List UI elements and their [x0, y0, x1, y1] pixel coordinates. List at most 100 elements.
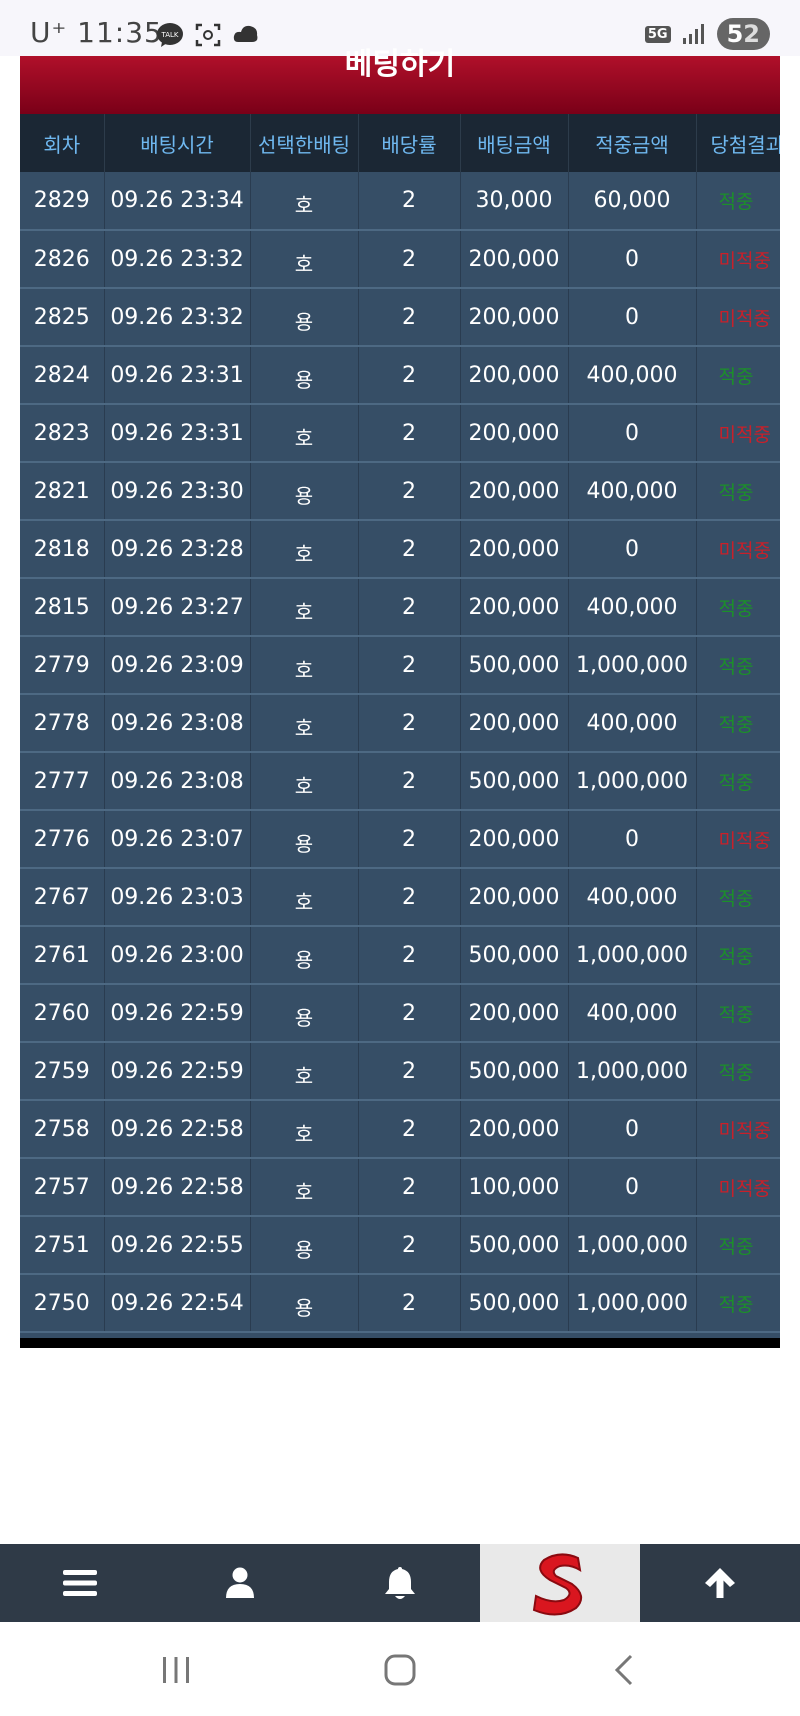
cell-odds: 2: [358, 1274, 461, 1333]
cell-odds: 2: [358, 346, 461, 405]
table-row: 2758 09.26 22:58 호 2 200,000 0 미적중: [20, 1100, 780, 1159]
cell-odds: 2: [358, 1158, 461, 1217]
cell-round: 2821: [20, 462, 105, 521]
bell-icon: [385, 1567, 415, 1599]
battery-digit-2: 2: [743, 20, 760, 48]
cell-odds: 2: [358, 1042, 461, 1101]
cell-odds: 2: [358, 578, 461, 637]
table-row: 2826 09.26 23:32 호 2 200,000 0 미적중: [20, 230, 780, 289]
cell-bet-amount: 200,000: [460, 230, 569, 289]
cell-selected-bet: 호: [250, 752, 359, 811]
network-5g-icon: 5G: [644, 25, 671, 43]
cell-bet-amount: 500,000: [460, 1216, 569, 1275]
home-logo-button[interactable]: [480, 1544, 640, 1622]
cell-selected-bet: 호: [250, 694, 359, 753]
cell-bet-amount: 200,000: [460, 1100, 569, 1159]
col-header-selected-bet: 선택한배팅: [250, 114, 359, 172]
table-row: 2824 09.26 23:31 용 2 200,000 400,000 적중: [20, 346, 780, 405]
cell-bet-amount: 200,000: [460, 346, 569, 405]
cell-odds: 2: [358, 172, 461, 231]
table-bottom-border: [20, 1338, 780, 1348]
cell-round: 2815: [20, 578, 105, 637]
profile-button[interactable]: [160, 1544, 320, 1622]
cell-result: 적중: [696, 694, 780, 753]
table-row: 2751 09.26 22:55 용 2 500,000 1,000,000 적중: [20, 1216, 780, 1275]
cell-result: 미적중: [696, 1100, 780, 1159]
cell-selected-bet: 용: [250, 984, 359, 1043]
col-header-result: 당첨결과: [696, 114, 780, 172]
home-button[interactable]: [380, 1650, 420, 1690]
signal-icon: [682, 24, 704, 44]
cell-bet-amount: 500,000: [460, 1274, 569, 1333]
cell-bet-amount: 200,000: [460, 984, 569, 1043]
scroll-top-button[interactable]: [640, 1544, 800, 1622]
cell-result: 미적중: [696, 520, 780, 579]
cell-bet-amount: 200,000: [460, 288, 569, 347]
table-row: 2821 09.26 23:30 용 2 200,000 400,000 적중: [20, 462, 780, 521]
cell-round: 2757: [20, 1158, 105, 1217]
cell-selected-bet: 호: [250, 172, 359, 231]
back-button[interactable]: [604, 1650, 644, 1690]
col-header-bet-time: 배팅시간: [104, 114, 251, 172]
col-header-win-amount: 적중금액: [568, 114, 697, 172]
cell-bet-time: 09.26 22:54: [104, 1274, 251, 1333]
logo-icon: [532, 1553, 583, 1616]
cell-bet-time: 09.26 23:30: [104, 462, 251, 521]
table-row: 2829 09.26 23:34 호 2 30,000 60,000 적중: [20, 172, 780, 231]
cell-bet-time: 09.26 23:09: [104, 636, 251, 695]
cell-bet-time: 09.26 22:58: [104, 1158, 251, 1217]
cell-selected-bet: 호: [250, 636, 359, 695]
recent-apps-button[interactable]: [156, 1650, 196, 1690]
cell-selected-bet: 용: [250, 288, 359, 347]
cell-win-amount: 400,000: [568, 868, 697, 927]
status-time: U⁺ 11:35: [30, 16, 163, 49]
cell-bet-amount: 100,000: [460, 1158, 569, 1217]
cell-bet-amount: 200,000: [460, 462, 569, 521]
cell-win-amount: 400,000: [568, 578, 697, 637]
cell-win-amount: 1,000,000: [568, 1042, 697, 1101]
cell-result: 적중: [696, 346, 780, 405]
cell-bet-amount: 200,000: [460, 404, 569, 463]
cell-bet-amount: 500,000: [460, 926, 569, 985]
cell-win-amount: 0: [568, 810, 697, 869]
cell-round: 2760: [20, 984, 105, 1043]
cell-win-amount: 400,000: [568, 346, 697, 405]
cell-selected-bet: 호: [250, 230, 359, 289]
cell-bet-time: 09.26 23:34: [104, 172, 251, 231]
cell-round: 2759: [20, 1042, 105, 1101]
cell-bet-amount: 500,000: [460, 1042, 569, 1101]
cell-selected-bet: 호: [250, 1100, 359, 1159]
col-header-round: 회차: [20, 114, 105, 172]
cell-result: 적중: [696, 1274, 780, 1333]
home-icon: [384, 1654, 416, 1686]
svg-text:TALK: TALK: [160, 31, 178, 39]
cell-round: 2823: [20, 404, 105, 463]
cell-selected-bet: 호: [250, 578, 359, 637]
cell-bet-amount: 200,000: [460, 868, 569, 927]
cell-win-amount: 1,000,000: [568, 636, 697, 695]
cell-selected-bet: 호: [250, 868, 359, 927]
cell-win-amount: 1,000,000: [568, 1216, 697, 1275]
cell-round: 2779: [20, 636, 105, 695]
recent-apps-icon: [163, 1657, 189, 1683]
cell-round: 2777: [20, 752, 105, 811]
cell-selected-bet: 호: [250, 404, 359, 463]
cell-win-amount: 0: [568, 404, 697, 463]
cell-odds: 2: [358, 926, 461, 985]
cell-odds: 2: [358, 636, 461, 695]
panel-title-bar: 베팅하기: [20, 50, 780, 114]
col-header-bet-amount: 배팅금액: [460, 114, 569, 172]
cell-odds: 2: [358, 1100, 461, 1159]
system-nav-bar: [0, 1622, 800, 1716]
cell-win-amount: 1,000,000: [568, 926, 697, 985]
cell-round: 2776: [20, 810, 105, 869]
cell-odds: 2: [358, 1216, 461, 1275]
cell-result: 적중: [696, 578, 780, 637]
notifications-button[interactable]: [320, 1544, 480, 1622]
cell-bet-time: 09.26 23:00: [104, 926, 251, 985]
menu-button[interactable]: [0, 1544, 160, 1622]
cell-odds: 2: [358, 752, 461, 811]
cell-round: 2824: [20, 346, 105, 405]
cell-selected-bet: 호: [250, 1158, 359, 1217]
cell-odds: 2: [358, 462, 461, 521]
